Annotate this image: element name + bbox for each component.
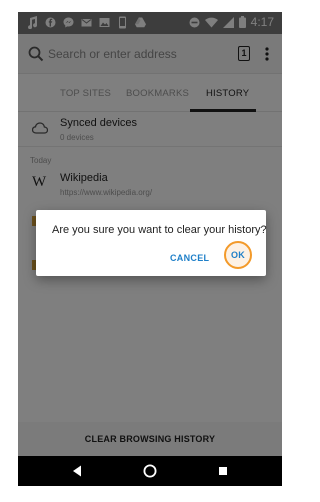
clear-history-dialog: Are you sure you want to clear your hist…	[36, 210, 267, 276]
recents-icon[interactable]	[216, 464, 230, 478]
navigation-bar	[18, 456, 282, 486]
device-frame: 4:17 1 TOP SITES BOOKMARKS HISTORY Synce…	[0, 0, 300, 502]
home-icon[interactable]	[143, 464, 157, 478]
dialog-message: Are you sure you want to clear your hist…	[52, 224, 267, 236]
cancel-button[interactable]: CANCEL	[170, 250, 209, 266]
ok-button[interactable]: OK	[224, 247, 252, 263]
back-icon[interactable]	[70, 464, 84, 478]
phone-screen: 4:17 1 TOP SITES BOOKMARKS HISTORY Synce…	[18, 12, 282, 486]
